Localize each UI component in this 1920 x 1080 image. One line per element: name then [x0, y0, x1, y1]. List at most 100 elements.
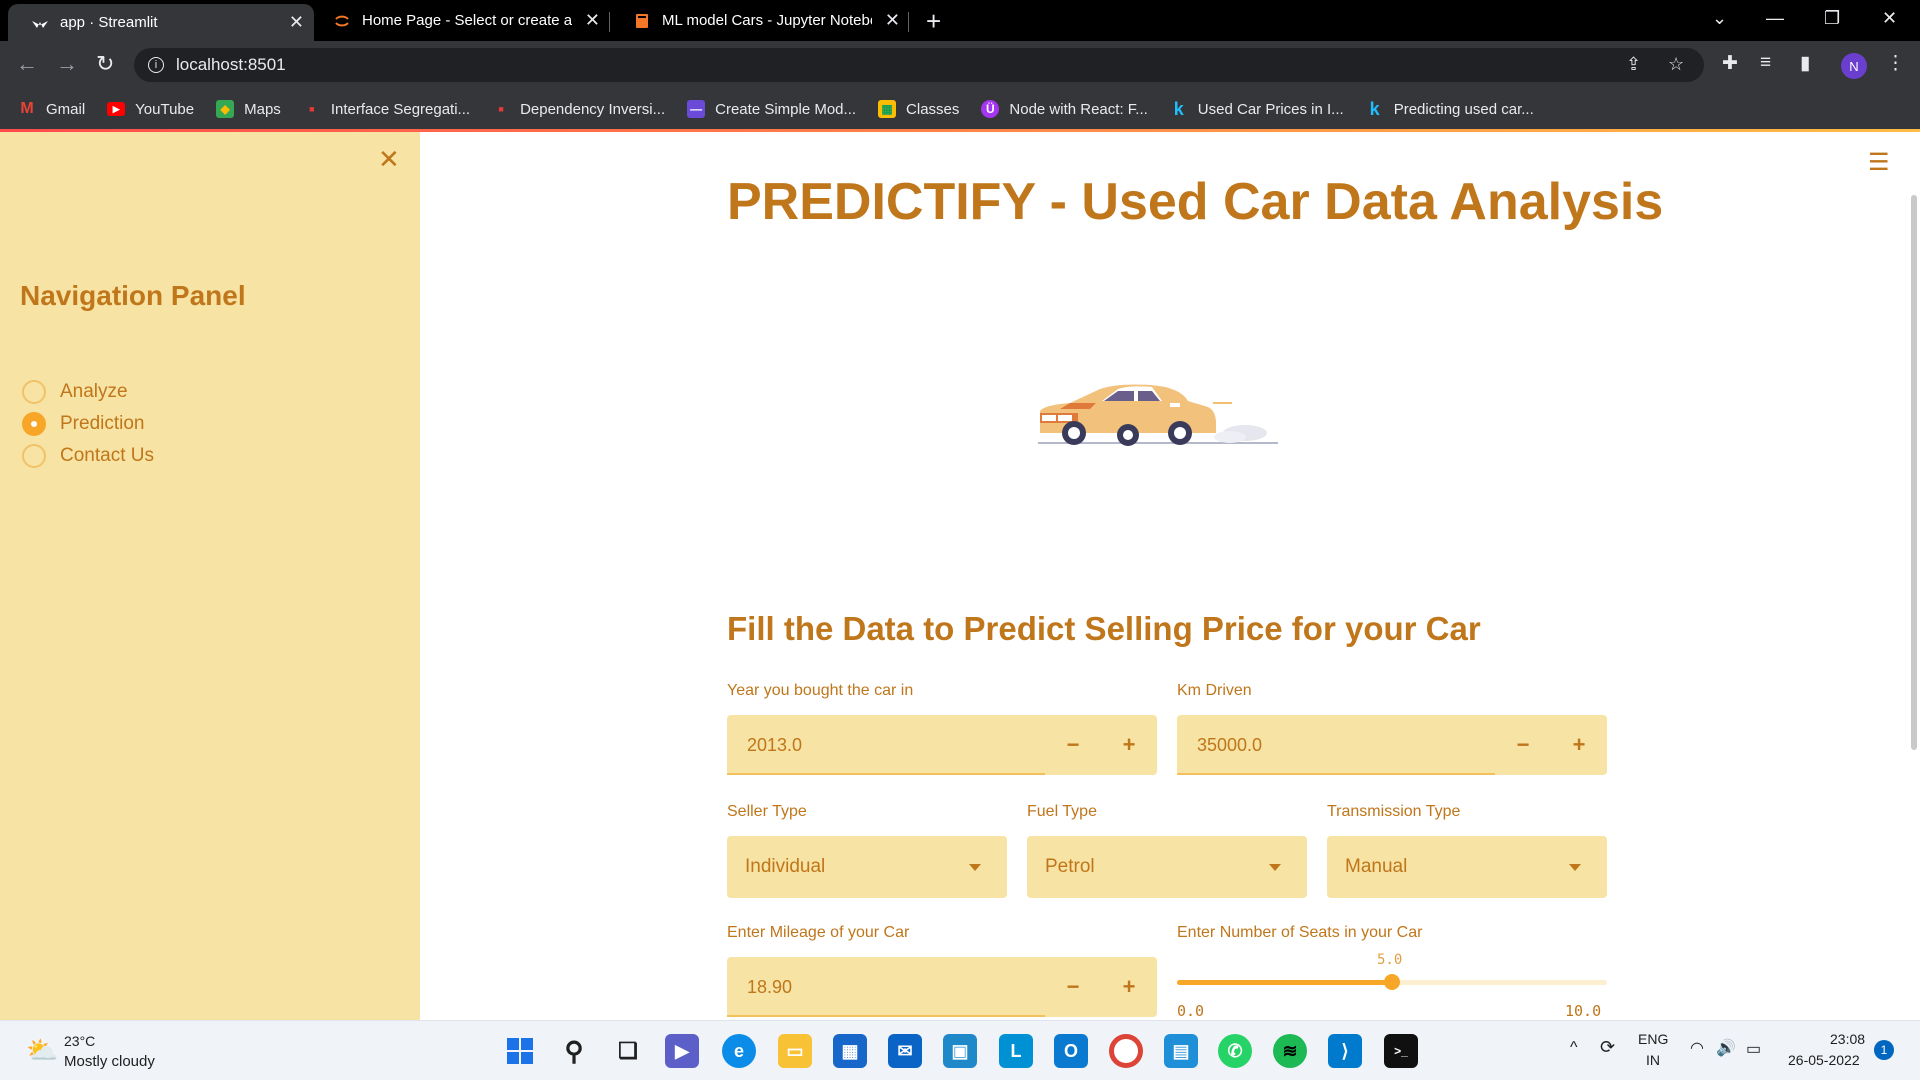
radio-button[interactable] [22, 444, 46, 468]
mileage-label: Enter Mileage of your Car [727, 924, 910, 941]
fuel-type-select[interactable]: Petrol [1027, 836, 1307, 898]
radio-button[interactable] [22, 380, 46, 404]
kaggle-icon: k [1173, 98, 1184, 119]
seats-slider[interactable] [1177, 974, 1607, 990]
reload-icon[interactable]: ↻ [96, 51, 114, 77]
bookmark-star-icon[interactable]: ☆ [1668, 54, 1684, 75]
bookmark-predicting-used-car[interactable]: k Predicting used car... [1366, 99, 1534, 119]
year-increment-button[interactable]: + [1101, 732, 1157, 758]
close-window-icon[interactable]: ✕ [1882, 8, 1897, 29]
bookmark-node-react[interactable]: Ü Node with React: F... [981, 100, 1148, 118]
teams-chat-icon[interactable]: ▶ [665, 1034, 699, 1068]
radio-contact-us[interactable]: Contact Us [22, 444, 154, 468]
whatsapp-icon[interactable]: ✆ [1218, 1034, 1252, 1068]
region-indicator[interactable]: IN [1646, 1052, 1660, 1068]
windows-start-icon[interactable] [503, 1034, 537, 1068]
close-tab-icon[interactable]: ✕ [585, 10, 600, 31]
mileage-decrement-button[interactable]: − [1045, 974, 1101, 1000]
volume-icon[interactable]: 🔊 [1716, 1038, 1736, 1058]
url-bar[interactable]: i localhost:8501 ⇪ ☆ [134, 48, 1704, 82]
close-tab-icon[interactable]: ✕ [289, 12, 304, 33]
new-tab-icon[interactable]: + [926, 6, 941, 37]
bookmark-used-car-prices[interactable]: k Used Car Prices in I... [1170, 98, 1344, 119]
back-icon[interactable]: ← [16, 51, 38, 77]
notification-badge[interactable]: 1 [1874, 1040, 1894, 1060]
bookmark-maps[interactable]: ◆ Maps [216, 100, 281, 118]
wifi-icon[interactable]: ◠ [1690, 1038, 1704, 1058]
jupyter-icon [334, 13, 350, 29]
close-sidebar-icon[interactable]: ✕ [378, 144, 400, 175]
clock-date[interactable]: 26-05-2022 [1788, 1052, 1860, 1068]
chevron-down-icon[interactable] [969, 863, 981, 871]
search-icon[interactable]: ⚲ [557, 1034, 591, 1068]
menu-icon[interactable]: ⋮ [1886, 52, 1905, 75]
bookmark-gmail[interactable]: M Gmail [18, 100, 85, 118]
profile-avatar[interactable]: N [1841, 53, 1867, 79]
app-menu-icon[interactable]: ☰ [1868, 148, 1890, 177]
radio-prediction[interactable]: Prediction [22, 412, 145, 436]
mileage-increment-button[interactable]: + [1101, 974, 1157, 1000]
bookmark-dependency-inversion[interactable]: ■ Dependency Inversi... [492, 100, 665, 118]
weather-cloudy-icon[interactable]: ⛅ [26, 1035, 58, 1066]
chrome-icon[interactable] [1109, 1034, 1143, 1068]
office-icon[interactable]: ▤ [1164, 1034, 1198, 1068]
vscode-icon[interactable]: ⟩ [1328, 1034, 1362, 1068]
extensions-icon[interactable]: ✚ [1722, 52, 1738, 75]
radio-button-selected[interactable] [22, 412, 46, 436]
microsoft-store-icon[interactable]: ▦ [833, 1034, 867, 1068]
car-illustration [1038, 384, 1278, 446]
clock-time[interactable]: 23:08 [1830, 1031, 1865, 1047]
task-view-icon[interactable]: ❏ [611, 1034, 645, 1068]
share-icon[interactable]: ⇪ [1626, 54, 1641, 75]
bookmark-create-simple-model[interactable]: — Create Simple Mod... [687, 100, 856, 118]
km-decrement-button[interactable]: − [1495, 732, 1551, 758]
km-value[interactable]: 35000.0 [1197, 735, 1495, 756]
media-icon[interactable]: ≡ [1760, 52, 1771, 74]
weather-description[interactable]: Mostly cloudy [64, 1053, 155, 1070]
tab-jupyter-home[interactable]: Home Page - Select or create a n ✕ [310, 0, 610, 41]
chevron-down-icon[interactable] [1569, 863, 1581, 871]
page-scrollbar[interactable] [1911, 195, 1917, 750]
radio-analyze[interactable]: Analyze [22, 380, 128, 404]
radio-label: Contact Us [60, 445, 154, 466]
launcher-l-icon[interactable]: L [999, 1034, 1033, 1068]
file-explorer-icon[interactable]: ▭ [778, 1034, 812, 1068]
minimize-icon[interactable]: — [1766, 8, 1784, 29]
sync-icon[interactable]: ⟳ [1600, 1037, 1615, 1058]
restore-icon[interactable]: ❐ [1824, 8, 1840, 29]
km-increment-button[interactable]: + [1551, 732, 1607, 758]
transmission-type-select[interactable]: Manual [1327, 836, 1607, 898]
seats-slider-max: 10.0 [1565, 1002, 1602, 1020]
year-number-input[interactable]: 2013.0 − + [727, 715, 1157, 775]
bookmark-youtube[interactable]: ▶ YouTube [107, 101, 194, 118]
year-decrement-button[interactable]: − [1045, 732, 1101, 758]
tab-streamlit[interactable]: app · Streamlit ✕ [8, 4, 314, 41]
weather-temperature[interactable]: 23°C [64, 1033, 95, 1049]
remote-desktop-icon[interactable]: ▣ [943, 1034, 977, 1068]
radio-label: Analyze [60, 381, 128, 402]
km-number-input[interactable]: 35000.0 − + [1177, 715, 1607, 775]
terminal-icon[interactable]: >_ [1384, 1034, 1418, 1068]
language-indicator[interactable]: ENG [1638, 1031, 1668, 1047]
chevron-down-icon[interactable] [1269, 863, 1281, 871]
maps-icon: ◆ [216, 100, 235, 118]
bookmark-interface-segregation[interactable]: ■ Interface Segregati... [303, 100, 470, 118]
mail-icon[interactable]: ✉ [888, 1034, 922, 1068]
spotify-icon[interactable]: ≋ [1273, 1034, 1307, 1068]
tab-jupyter-notebook[interactable]: ML model Cars - Jupyter Notebo ✕ [610, 0, 910, 41]
site-info-icon[interactable]: i [148, 57, 164, 73]
forward-icon[interactable]: → [56, 51, 78, 77]
battery-icon[interactable]: ▭ [1746, 1039, 1761, 1059]
seats-slider-thumb[interactable] [1384, 974, 1400, 990]
tab-search-icon[interactable]: ⌄ [1712, 8, 1727, 29]
edge-icon[interactable]: e [722, 1034, 756, 1068]
year-value[interactable]: 2013.0 [747, 735, 1045, 756]
outlook-icon[interactable]: O [1054, 1034, 1088, 1068]
chevron-up-icon[interactable]: ^ [1570, 1039, 1578, 1057]
close-tab-icon[interactable]: ✕ [885, 10, 900, 31]
bookmark-classes[interactable]: ▦ Classes [878, 100, 959, 118]
seller-type-select[interactable]: Individual [727, 836, 1007, 898]
mileage-value[interactable]: 18.90 [747, 977, 1045, 998]
side-panel-icon[interactable]: ▮ [1800, 52, 1810, 75]
mileage-number-input[interactable]: 18.90 − + [727, 957, 1157, 1017]
